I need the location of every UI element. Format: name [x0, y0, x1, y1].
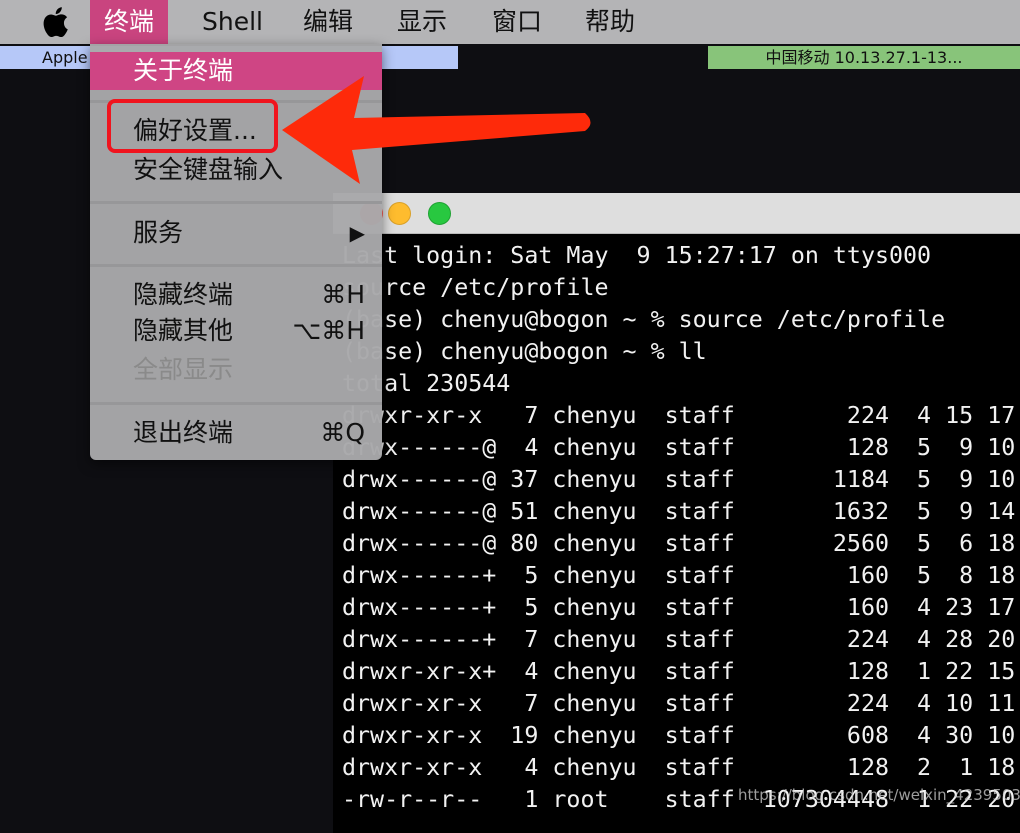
red-arrow-icon — [282, 76, 591, 184]
